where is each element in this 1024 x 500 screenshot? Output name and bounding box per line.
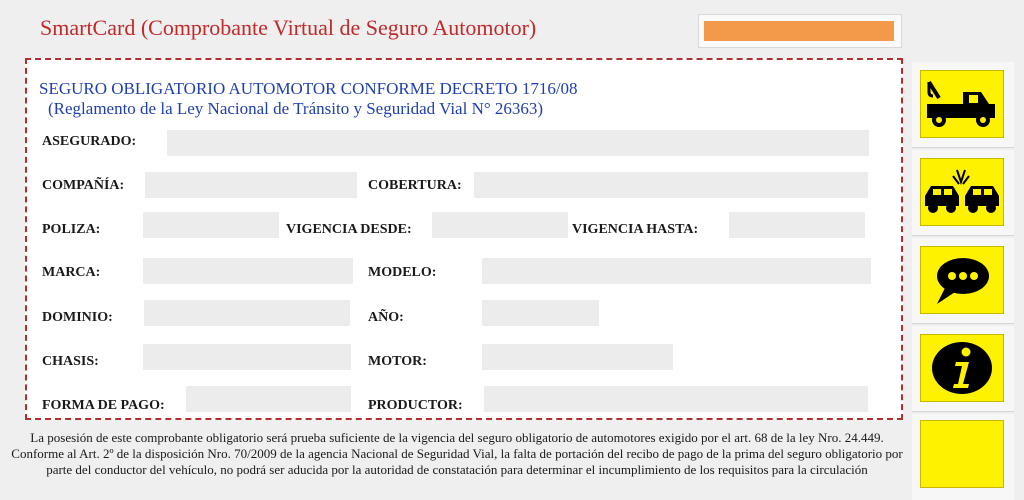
asegurado-label: ASEGURADO:: [42, 134, 137, 149]
car-crash-button[interactable]: [920, 158, 1004, 226]
asegurado-field: [167, 130, 869, 156]
vigencia-hasta-field: [729, 212, 865, 238]
card-heading: SEGURO OBLIGATORIO AUTOMOTOR CONFORME DE…: [39, 79, 578, 98]
motor-field: [482, 344, 673, 370]
tow-truck-icon: [927, 80, 995, 127]
blank-button[interactable]: [920, 420, 1004, 488]
chasis-label: CHASIS:: [42, 354, 99, 369]
car-crash-icon: [925, 169, 999, 213]
sidebar-tile-tow: [912, 62, 1014, 148]
compania-field: [145, 172, 357, 198]
poliza-label: POLIZA:: [42, 222, 101, 237]
chat-button[interactable]: [920, 246, 1004, 314]
vigencia-hasta-label: VIGENCIA HASTA:: [572, 222, 699, 237]
sidebar-tile-info: [912, 326, 1014, 412]
chasis-field: [143, 344, 351, 370]
info-button[interactable]: [920, 334, 1004, 402]
insurance-card: SEGURO OBLIGATORIO AUTOMOTOR CONFORME DE…: [25, 58, 903, 420]
compania-label: COMPAÑÍA:: [42, 178, 125, 193]
info-icon: [932, 342, 992, 394]
sidebar-tile-crash: [912, 150, 1014, 236]
anio-label: AÑO:: [368, 310, 404, 325]
marca-label: MARCA:: [42, 265, 101, 280]
productor-field: [484, 386, 868, 412]
vigencia-desde-field: [432, 212, 568, 238]
cobertura-field: [474, 172, 868, 198]
sidebar-tile-blank: [912, 414, 1014, 500]
legal-footer-text: La posesión de este comprobante obligato…: [11, 430, 903, 477]
title-status-box: [698, 14, 902, 48]
sidebar-tile-chat: [912, 238, 1014, 324]
vigencia-desde-label: VIGENCIA DESDE:: [286, 222, 412, 237]
marca-field: [143, 258, 353, 284]
cobertura-label: COBERTURA:: [368, 178, 462, 193]
dominio-field: [144, 300, 350, 326]
forma-pago-label: FORMA DE PAGO:: [42, 398, 165, 413]
modelo-field: [482, 258, 871, 284]
tow-truck-button[interactable]: [920, 70, 1004, 138]
productor-label: PRODUCTOR:: [368, 398, 463, 413]
dominio-label: DOMINIO:: [42, 310, 113, 325]
chat-bubble-icon: [937, 258, 989, 304]
modelo-label: MODELO:: [368, 265, 437, 280]
motor-label: MOTOR:: [368, 354, 427, 369]
title-status-bar: [704, 21, 894, 41]
anio-field: [482, 300, 599, 326]
forma-pago-field: [186, 386, 351, 412]
app-title: SmartCard (Comprobante Virtual de Seguro…: [40, 15, 537, 40]
poliza-field: [143, 212, 279, 238]
card-subheading: (Reglamento de la Ley Nacional de Tránsi…: [48, 99, 544, 118]
